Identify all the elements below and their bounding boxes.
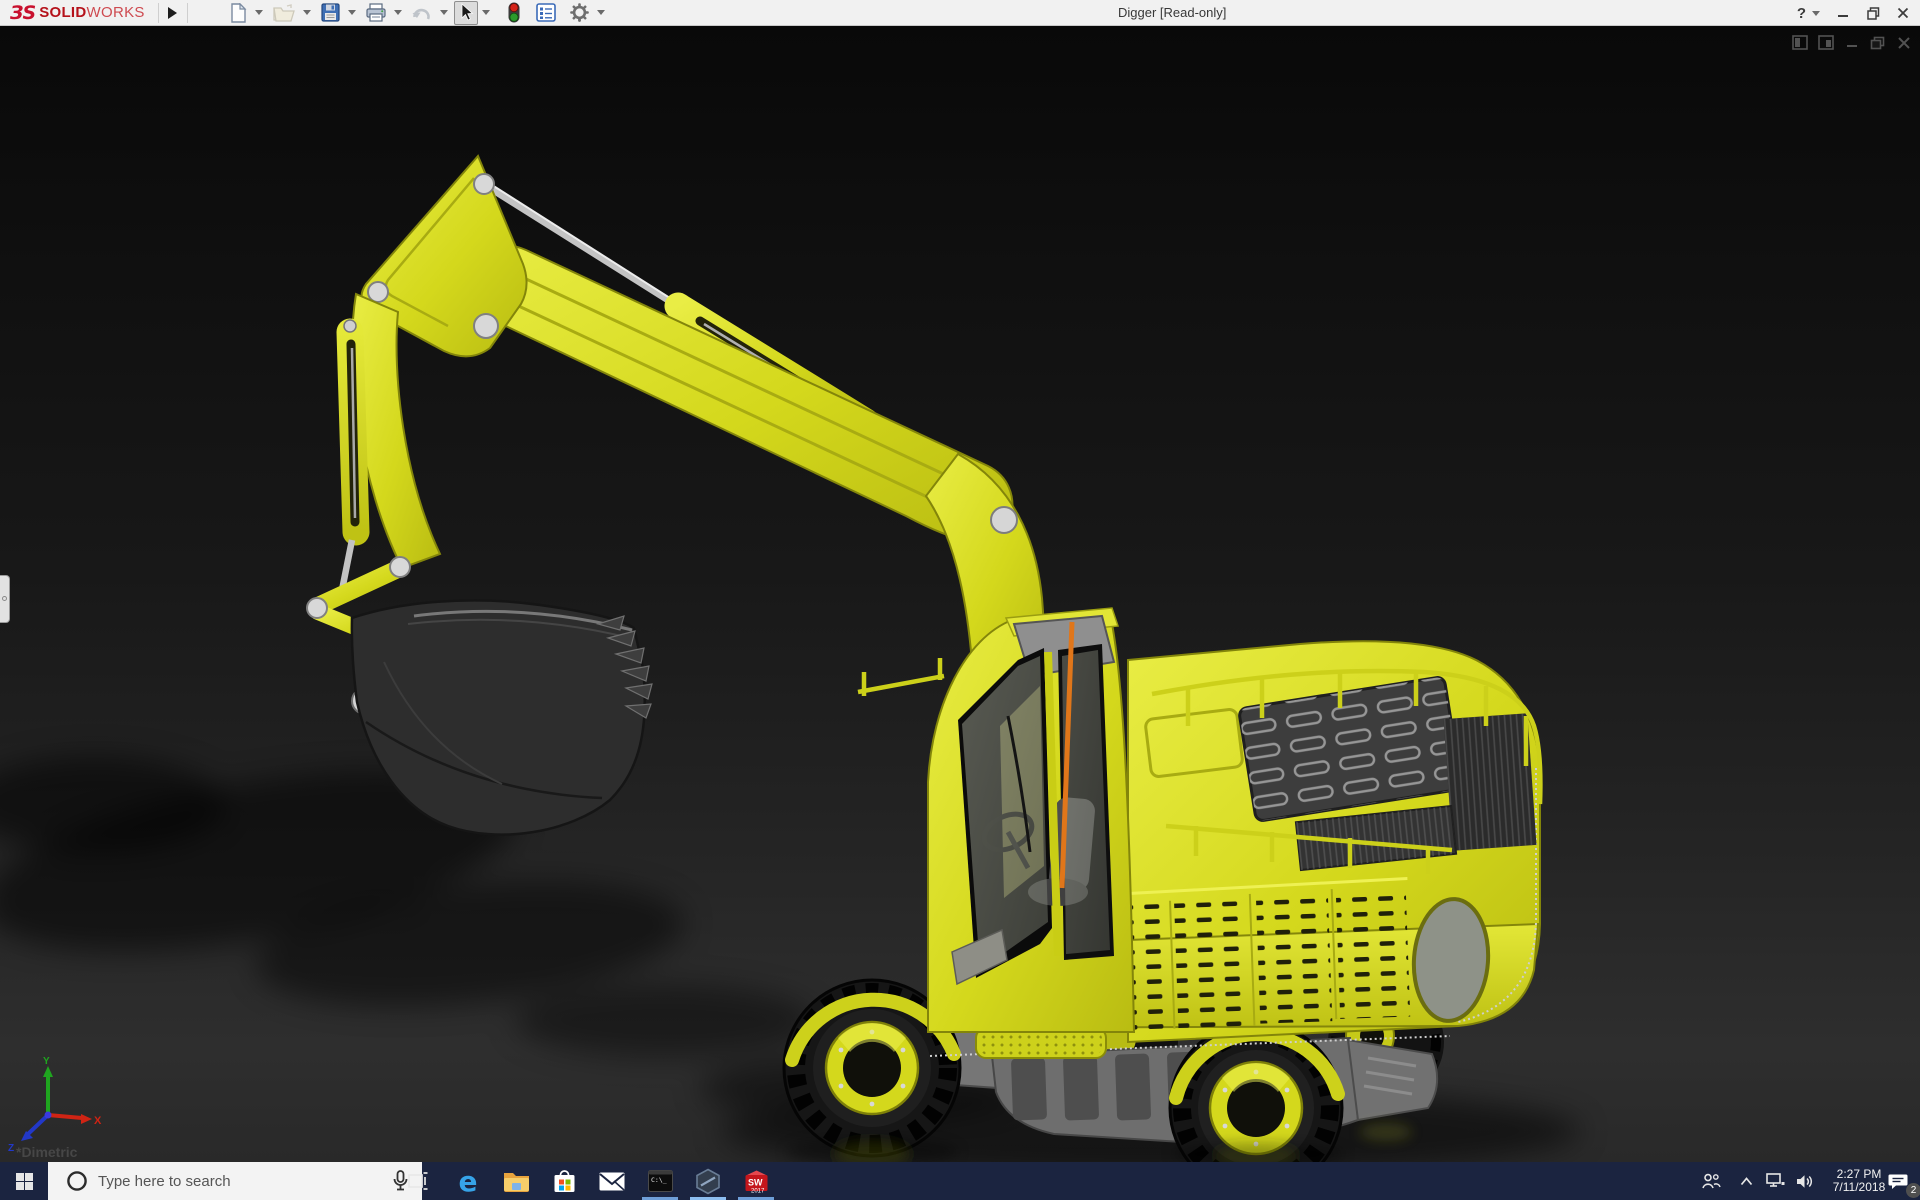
dropdown-caret[interactable] — [439, 10, 448, 15]
start-button[interactable] — [0, 1162, 48, 1200]
quick-access-toolbar — [225, 0, 609, 25]
svg-text:Z: Z — [8, 1143, 14, 1154]
action-center-button[interactable]: 2 — [1880, 1162, 1920, 1200]
taskbar-cmd-button[interactable]: C:\_ — [636, 1162, 684, 1200]
brand-text-solid: SOLID — [39, 4, 87, 21]
svg-text:Y: Y — [43, 1056, 50, 1067]
excavator-cab[interactable] — [927, 607, 1136, 1033]
help-button[interactable]: ? — [1795, 5, 1808, 22]
windows-taskbar: e — [0, 1162, 1920, 1200]
save-button[interactable] — [317, 1, 344, 25]
dassault-logo-icon: ЗS — [10, 1, 36, 24]
speaker-icon — [1797, 1174, 1813, 1188]
svg-text:X: X — [94, 1115, 102, 1127]
taskbar-edrawings-button[interactable] — [684, 1162, 732, 1200]
hidden-icons-button[interactable] — [1732, 1162, 1760, 1200]
cortana-icon — [67, 1171, 87, 1191]
taskbar-store-button[interactable] — [540, 1162, 588, 1200]
search-input[interactable] — [98, 1172, 393, 1190]
help-dropdown-caret[interactable] — [1812, 10, 1820, 16]
minimize-button[interactable] — [1832, 2, 1854, 24]
dropdown-caret[interactable] — [481, 10, 490, 15]
taskbar-edge-button[interactable]: e — [444, 1162, 492, 1200]
new-document-icon — [231, 2, 247, 23]
dropdown-caret[interactable] — [302, 10, 311, 15]
dropdown-caret[interactable] — [393, 10, 402, 15]
performance-evaluation-button[interactable] — [504, 1, 524, 25]
orientation-triad: Y X Z — [8, 1056, 102, 1154]
linkage-bar — [309, 559, 409, 615]
traffic-light-icon — [508, 2, 520, 23]
people-icon — [1701, 1173, 1721, 1189]
taskbar-file-explorer-button[interactable] — [492, 1162, 540, 1200]
menu-flyout-button[interactable] — [162, 2, 184, 24]
options-button[interactable] — [566, 1, 593, 25]
print-button[interactable] — [362, 1, 390, 25]
chevron-up-icon — [1740, 1176, 1752, 1185]
divider — [157, 2, 159, 23]
undo-arrow-icon — [412, 8, 430, 20]
settings-gear-icon — [569, 3, 589, 22]
window-title: Digger [Read-only] — [1118, 5, 1227, 20]
solidworks-2017-icon: SW 2017 — [745, 1170, 767, 1194]
app-titlebar: ЗS SOLID WORKS Digger [Read-only] ? — [0, 0, 1920, 26]
excavator-model-canvas[interactable]: Y X Z — [0, 26, 1920, 1162]
print-icon — [366, 3, 386, 22]
svg-text:C:\_: C:\_ — [651, 1176, 667, 1184]
network-button[interactable] — [1760, 1162, 1790, 1200]
microsoft-store-icon — [554, 1170, 574, 1192]
svg-text:2017: 2017 — [751, 1188, 765, 1194]
restore-button[interactable] — [1862, 2, 1884, 24]
file-explorer-icon — [503, 1173, 529, 1192]
save-floppy-icon — [321, 3, 340, 22]
undo-button[interactable] — [408, 1, 436, 25]
taskbar-mail-button[interactable] — [588, 1162, 636, 1200]
minimize-icon — [1838, 15, 1848, 17]
tray-date: 7/11/2018 — [1832, 1180, 1886, 1194]
task-view-button[interactable] — [396, 1162, 440, 1200]
property-manager-button[interactable] — [532, 1, 560, 25]
select-cursor-icon — [461, 3, 474, 21]
solidworks-logo: ЗS SOLID WORKS — [0, 0, 155, 26]
open-document-button[interactable] — [269, 1, 299, 25]
dropdown-caret[interactable] — [347, 10, 356, 15]
edrawings-hexagon-icon — [696, 1168, 720, 1194]
edge-icon: e — [458, 1164, 478, 1198]
network-icon — [1765, 1173, 1784, 1187]
taskbar-solidworks-button[interactable]: SW 2017 — [732, 1162, 780, 1200]
taskbar-search[interactable] — [48, 1162, 422, 1200]
volume-button[interactable] — [1790, 1162, 1820, 1200]
new-document-button[interactable] — [225, 1, 251, 25]
people-button[interactable] — [1694, 1162, 1728, 1200]
mail-icon — [599, 1172, 625, 1191]
close-button[interactable] — [1892, 2, 1914, 24]
dropdown-caret[interactable] — [596, 10, 605, 15]
select-tool-button[interactable] — [453, 0, 478, 25]
window-controls: ? — [1795, 0, 1914, 26]
task-view-icon — [408, 1172, 428, 1190]
property-list-icon — [535, 3, 556, 22]
graphics-viewport[interactable]: Y X Z *Dimetric — [0, 26, 1920, 1162]
windows-logo-icon — [15, 1172, 33, 1190]
command-prompt-icon: C:\_ — [647, 1170, 673, 1192]
solidworks-app-window: ЗS SOLID WORKS Digger [Read-only] ? Y X … — [0, 0, 1920, 1200]
open-folder-icon — [272, 3, 295, 22]
close-icon — [1897, 7, 1909, 19]
svg-text:SW: SW — [748, 1177, 763, 1187]
divider — [186, 2, 188, 23]
flyout-arrow-icon — [168, 6, 178, 19]
brand-text-works: WORKS — [86, 4, 145, 21]
view-orientation-label: *Dimetric — [16, 1144, 78, 1160]
restore-icon — [1866, 6, 1879, 20]
action-center-icon — [1888, 1174, 1908, 1189]
boom-pivot-pin — [990, 506, 1018, 534]
dropdown-caret[interactable] — [254, 10, 263, 15]
notification-badge: 2 — [1906, 1183, 1920, 1198]
